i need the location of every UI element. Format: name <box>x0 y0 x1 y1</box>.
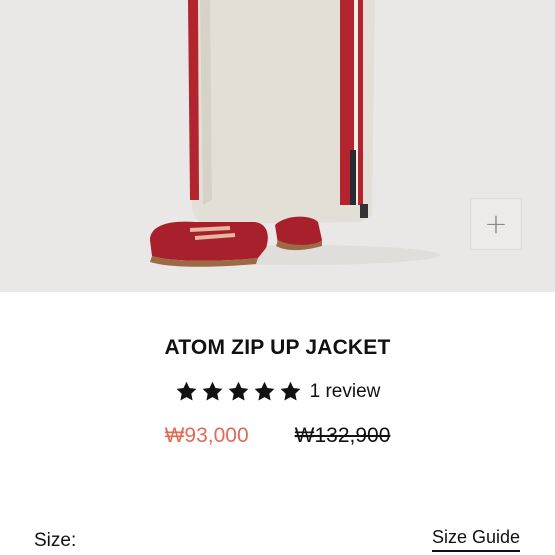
star-icon <box>280 381 300 401</box>
plus-icon: + <box>484 207 508 240</box>
original-price: ₩132,900 <box>294 424 391 447</box>
star-icon <box>176 381 196 401</box>
sale-price: ₩93,000 <box>164 424 249 447</box>
review-count-link[interactable]: 1 review <box>310 381 381 403</box>
size-guide-link[interactable]: Size Guide <box>431 527 520 552</box>
size-label: Size: <box>34 530 77 551</box>
star-icon <box>202 381 222 401</box>
star-icon <box>228 381 248 401</box>
star-icon <box>254 381 274 401</box>
price-row: ₩93,000 ₩132,900 <box>0 424 555 448</box>
star-rating <box>175 380 302 403</box>
rating-row[interactable]: 1 review <box>0 380 555 403</box>
product-image[interactable]: + <box>0 0 555 292</box>
zoom-button[interactable]: + <box>470 198 522 250</box>
product-title: ATOM ZIP UP JACKET <box>164 336 391 359</box>
